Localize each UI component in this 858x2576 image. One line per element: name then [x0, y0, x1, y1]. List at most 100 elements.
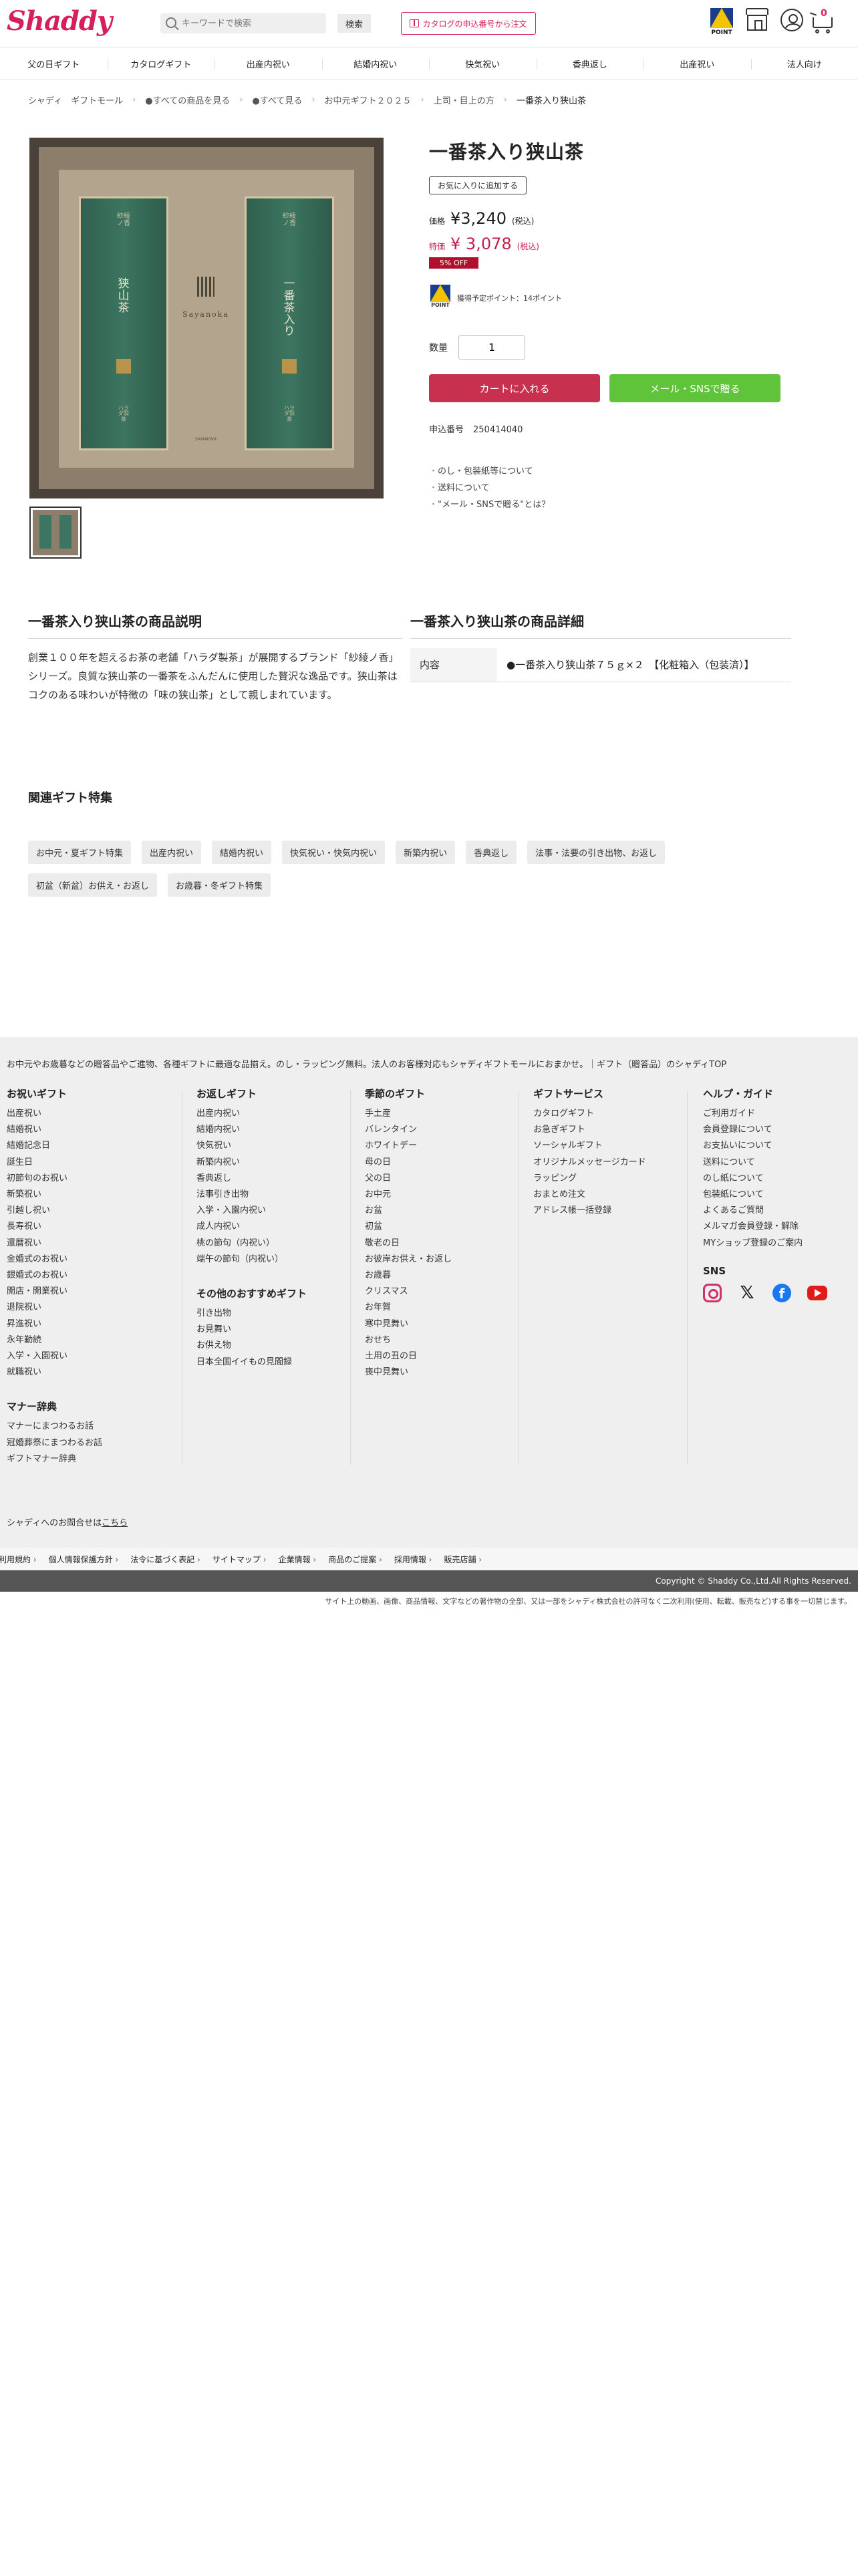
footer-link[interactable]: お急ぎギフト	[533, 1122, 680, 1138]
footer-link[interactable]: 出産祝い	[7, 1106, 180, 1122]
footer-link[interactable]: 引き出物	[196, 1306, 343, 1322]
nav-condolence-return[interactable]: 香典返し	[536, 47, 644, 80]
breadcrumb-item[interactable]: 上司・目上の方	[434, 94, 494, 106]
footer-link[interactable]: おまとめ注文	[533, 1187, 680, 1203]
related-tag[interactable]: 香典返し	[466, 841, 517, 864]
footer-link[interactable]: おせち	[365, 1332, 512, 1348]
footer-link[interactable]: お中元	[365, 1187, 512, 1203]
footer-link[interactable]: アドレス帳一括登録	[533, 1203, 680, 1219]
shaddy-logo[interactable]: Shaddy	[7, 5, 112, 37]
footer-link[interactable]: お供え物	[196, 1338, 343, 1354]
footer-link[interactable]: 香典返し	[196, 1171, 343, 1187]
footer-link[interactable]: ギフトマナー辞典	[7, 1451, 180, 1467]
footer-link[interactable]: 日本全国イイもの見聞録	[196, 1354, 343, 1371]
footer-link[interactable]: よくあるご質問	[703, 1203, 850, 1219]
footer-link[interactable]: 母の日	[365, 1155, 512, 1171]
related-tag[interactable]: 法事・法要の引き出物、お返し	[527, 841, 666, 864]
footer-link[interactable]: 長寿祝い	[7, 1219, 180, 1235]
footer-link[interactable]: お支払いについて	[703, 1138, 850, 1154]
footer-link[interactable]: 寒中見舞い	[365, 1316, 512, 1332]
related-tag[interactable]: 出産内祝い	[142, 841, 202, 864]
shipping-link[interactable]: 送料について	[429, 480, 790, 496]
v-point-icon[interactable]: POINT	[710, 8, 733, 37]
search-button[interactable]: 検索	[337, 14, 371, 33]
footer-link[interactable]: 初節句のお祝い	[7, 1171, 180, 1187]
legal-link[interactable]: 商品のご提案	[328, 1554, 382, 1565]
footer-link[interactable]: 敬老の日	[365, 1236, 512, 1252]
legal-link[interactable]: ご利用規約	[0, 1554, 37, 1565]
youtube-icon[interactable]	[807, 1285, 827, 1300]
footer-link[interactable]: 法事引き出物	[196, 1187, 343, 1203]
related-tag[interactable]: 結婚内祝い	[212, 841, 272, 864]
mail-sns-gift-link[interactable]: "メール・SNSで贈る"とは？	[429, 496, 790, 513]
footer-link[interactable]: ご利用ガイド	[703, 1106, 850, 1122]
nav-birth-return[interactable]: 出産内祝い	[214, 47, 322, 80]
footer-link[interactable]: マナーにまつわるお話	[7, 1419, 180, 1435]
breadcrumb-item[interactable]: シャディ ギフトモール	[28, 94, 123, 106]
footer-link[interactable]: 入学・入園内祝い	[196, 1203, 343, 1219]
footer-link[interactable]: 初盆	[365, 1219, 512, 1235]
footer-link[interactable]: 入学・入園祝い	[7, 1348, 180, 1365]
nav-catalog-gift[interactable]: カタログギフト	[107, 47, 215, 80]
contact-link[interactable]: こちら	[102, 1518, 128, 1528]
related-tag[interactable]: お中元・夏ギフト特集	[28, 841, 132, 864]
footer-link[interactable]: 新築内祝い	[196, 1155, 343, 1171]
footer-link[interactable]: 銀婚式のお祝い	[7, 1268, 180, 1284]
footer-link[interactable]: 結婚記念日	[7, 1138, 180, 1154]
related-tag[interactable]: 新築内祝い	[396, 841, 456, 864]
quantity-input[interactable]	[458, 335, 525, 360]
footer-link[interactable]: バレンタイン	[365, 1122, 512, 1138]
footer-link[interactable]: 永年勤続	[7, 1332, 180, 1348]
footer-intro[interactable]: お中元やお歳暮などの贈答品やご進物、各種ギフトに最適な品揃え。のし・ラッピング無…	[7, 1057, 726, 1070]
footer-link[interactable]: のし紙について	[703, 1171, 850, 1187]
footer-link[interactable]: 喪中見舞い	[365, 1365, 512, 1381]
footer-link[interactable]: カタログギフト	[533, 1106, 680, 1122]
breadcrumb-item[interactable]: ●すべて見る	[252, 94, 302, 106]
footer-link[interactable]: 会員登録について	[703, 1122, 850, 1138]
related-tag[interactable]: 初盆（新盆）お供え・お返し	[28, 873, 158, 897]
footer-link[interactable]: 還暦祝い	[7, 1236, 180, 1252]
footer-link[interactable]: 土用の丑の日	[365, 1348, 512, 1365]
send-by-mail-button[interactable]: メール・SNSで贈る	[609, 374, 780, 402]
nav-corporate[interactable]: 法人向け	[750, 47, 858, 80]
legal-link[interactable]: 企業情報	[279, 1554, 317, 1565]
footer-link[interactable]: 手土産	[365, 1106, 512, 1122]
legal-link[interactable]: 法令に基づく表記	[130, 1554, 200, 1565]
footer-link[interactable]: 金婚式のお祝い	[7, 1252, 180, 1268]
footer-link[interactable]: ラッピング	[533, 1171, 680, 1187]
add-to-cart-button[interactable]: カートに入れる	[429, 374, 600, 402]
footer-link[interactable]: 包装紙について	[703, 1187, 850, 1203]
footer-link[interactable]: オリジナルメッセージカード	[533, 1155, 680, 1171]
footer-link[interactable]: 新築祝い	[7, 1187, 180, 1203]
nav-birth-gift[interactable]: 出産祝い	[644, 47, 751, 80]
footer-link[interactable]: 退院祝い	[7, 1300, 180, 1316]
footer-link[interactable]: MYショップ登録のご案内	[703, 1236, 850, 1252]
legal-link[interactable]: 販売店舗	[444, 1554, 482, 1565]
facebook-icon[interactable]: f	[772, 1283, 791, 1302]
footer-link[interactable]: 成人内祝い	[196, 1219, 343, 1235]
footer-link[interactable]: 父の日	[365, 1171, 512, 1187]
nav-recovery[interactable]: 快気祝い	[429, 47, 537, 80]
breadcrumb-item[interactable]: ●すべての商品を見る	[145, 94, 230, 106]
footer-link[interactable]: お歳暮	[365, 1268, 512, 1284]
catalog-order-button[interactable]: カタログの申込番号から注文	[401, 12, 536, 35]
account-icon[interactable]	[780, 9, 803, 31]
footer-link[interactable]: 開店・開業祝い	[7, 1284, 180, 1300]
footer-link[interactable]: 引越し祝い	[7, 1203, 180, 1219]
breadcrumb-item[interactable]: お中元ギフト２０２５	[325, 94, 412, 106]
related-tag[interactable]: お歳暮・冬ギフト特集	[168, 873, 271, 897]
legal-link[interactable]: 個人情報保護方針	[49, 1554, 119, 1565]
footer-link[interactable]: メルマガ会員登録・解除	[703, 1219, 850, 1235]
nav-fathers-day[interactable]: 父の日ギフト	[0, 47, 108, 80]
nav-wedding-return[interactable]: 結婚内祝い	[321, 47, 430, 80]
product-thumbnail[interactable]	[29, 507, 82, 559]
footer-link[interactable]: 結婚祝い	[7, 1122, 180, 1138]
footer-link[interactable]: ホワイトデー	[365, 1138, 512, 1154]
footer-link[interactable]: お盆	[365, 1203, 512, 1219]
footer-link[interactable]: 端午の節句（内祝い）	[196, 1252, 343, 1268]
footer-link[interactable]: 昇進祝い	[7, 1316, 180, 1332]
footer-link[interactable]: 出産内祝い	[196, 1106, 343, 1122]
footer-link[interactable]: 結婚内祝い	[196, 1122, 343, 1138]
footer-link[interactable]: お見舞い	[196, 1322, 343, 1338]
product-main-image[interactable]: 紗綾ノ香 狭山茶 ハラダ製茶 Sayanoka SAYANOKA 紗綾ノ香 一番…	[29, 138, 384, 498]
